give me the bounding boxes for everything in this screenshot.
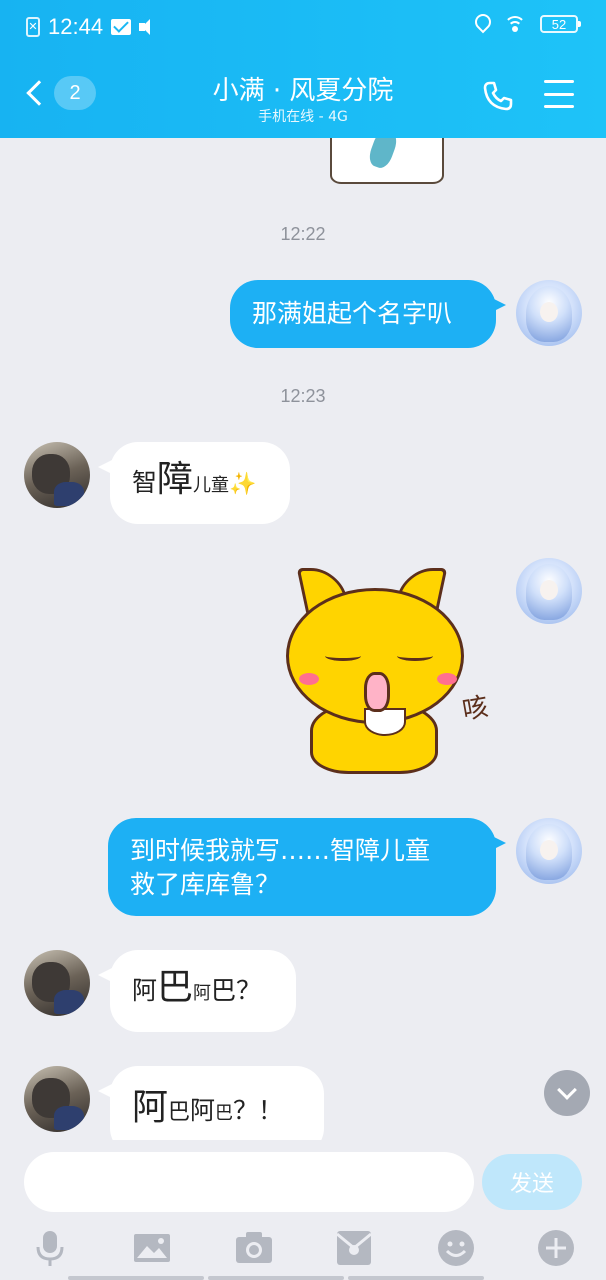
- emoji-icon: [438, 1230, 474, 1266]
- red-packet-button[interactable]: [334, 1228, 374, 1268]
- sticker-text: 咳: [460, 691, 491, 726]
- scroll-to-bottom-button[interactable]: [544, 1070, 590, 1116]
- toolbar-divider: [348, 1276, 484, 1280]
- message-line: 到时候我就写……智障儿童: [130, 836, 431, 865]
- battery-level: 52: [551, 16, 567, 32]
- status-time: 12:44: [48, 14, 104, 39]
- message-text: 那满姐起个名字叭: [252, 299, 453, 328]
- sticker-part: [325, 651, 361, 661]
- chat-subtitle: 手机在线 - 4G: [258, 109, 348, 125]
- chat-messages[interactable]: 12:22 那满姐起个名字叭 12:23 智障儿童✨ 咳 到时候我就写……智障儿…: [0, 138, 606, 1140]
- speaker-icon: [139, 18, 157, 36]
- message-bubble-incoming[interactable]: 阿巴阿巴？: [98, 950, 296, 1032]
- menu-line: [544, 105, 574, 108]
- message-bubble-incoming[interactable]: 智障儿童✨: [98, 442, 290, 524]
- contact-avatar[interactable]: [24, 1066, 90, 1132]
- my-avatar[interactable]: [516, 280, 582, 346]
- status-left: 12:44: [26, 14, 157, 40]
- phone-call-button[interactable]: [482, 80, 514, 112]
- my-avatar[interactable]: [516, 558, 582, 624]
- sticker-part: [299, 673, 319, 685]
- chevron-down-icon: [557, 1080, 577, 1100]
- message-bubble-outgoing[interactable]: 那满姐起个名字叭: [230, 280, 506, 348]
- sticker-part: [437, 673, 457, 685]
- microphone-icon: [36, 1231, 64, 1266]
- send-button[interactable]: 发送: [482, 1154, 582, 1210]
- input-area: 发送: [0, 1140, 606, 1280]
- chat-header: 12:44 52 2 小满 · 风夏分院 手机在线 - 4G: [0, 0, 606, 138]
- status-bar: 12:44 52: [0, 0, 606, 56]
- red-packet-icon: [336, 1231, 372, 1265]
- image-button[interactable]: [132, 1228, 172, 1268]
- toolbar-divider: [68, 1276, 204, 1280]
- message-input[interactable]: [24, 1152, 474, 1212]
- message-text: 阿巴阿巴？: [132, 967, 262, 1008]
- message-bubble-incoming[interactable]: 阿巴阿巴？！: [98, 1066, 324, 1140]
- nav-bar: 2 小满 · 风夏分院 手机在线 - 4G: [0, 56, 606, 138]
- timestamp: 12:23: [280, 386, 326, 406]
- message-bubble-outgoing[interactable]: 到时候我就写……智障儿童 救了库库鲁？: [108, 818, 506, 916]
- sticker-part: [397, 651, 433, 661]
- my-avatar[interactable]: [516, 818, 582, 884]
- image-icon: [134, 1234, 170, 1262]
- wifi-icon: [504, 15, 526, 33]
- status-right: 52: [474, 14, 581, 34]
- sticker-cat-cough[interactable]: 咳: [272, 562, 502, 782]
- sticker-part: [364, 708, 406, 736]
- sticker-part: [364, 672, 390, 712]
- timestamp: 12:22: [280, 224, 326, 244]
- message-text: 阿巴阿巴？！: [132, 1087, 284, 1128]
- emoji-button[interactable]: [436, 1228, 476, 1268]
- message-line: 救了库库鲁？: [130, 870, 281, 899]
- app-notification-icon: [26, 17, 40, 37]
- mail-icon: [111, 19, 132, 35]
- more-button[interactable]: [536, 1228, 576, 1268]
- plus-icon: [538, 1230, 574, 1266]
- camera-icon: [236, 1232, 272, 1263]
- contact-avatar[interactable]: [24, 950, 90, 1016]
- menu-button[interactable]: [544, 80, 574, 108]
- camera-button[interactable]: [234, 1228, 274, 1268]
- message-text: 到时候我就写……智障儿童 救了库库鲁？: [130, 834, 430, 902]
- message-text: 智障儿童✨: [132, 459, 257, 500]
- menu-line: [544, 92, 574, 96]
- sticker-partial[interactable]: [330, 138, 444, 184]
- battery-icon: 52: [540, 15, 581, 33]
- contact-avatar[interactable]: [24, 442, 90, 508]
- location-icon: [474, 14, 490, 34]
- chat-title: 小满 · 风夏分院: [212, 76, 394, 106]
- voice-button[interactable]: [30, 1228, 70, 1268]
- toolbar-divider: [208, 1276, 344, 1280]
- menu-line: [544, 80, 574, 83]
- phone-icon: [483, 81, 513, 111]
- input-toolbar: [0, 1228, 606, 1280]
